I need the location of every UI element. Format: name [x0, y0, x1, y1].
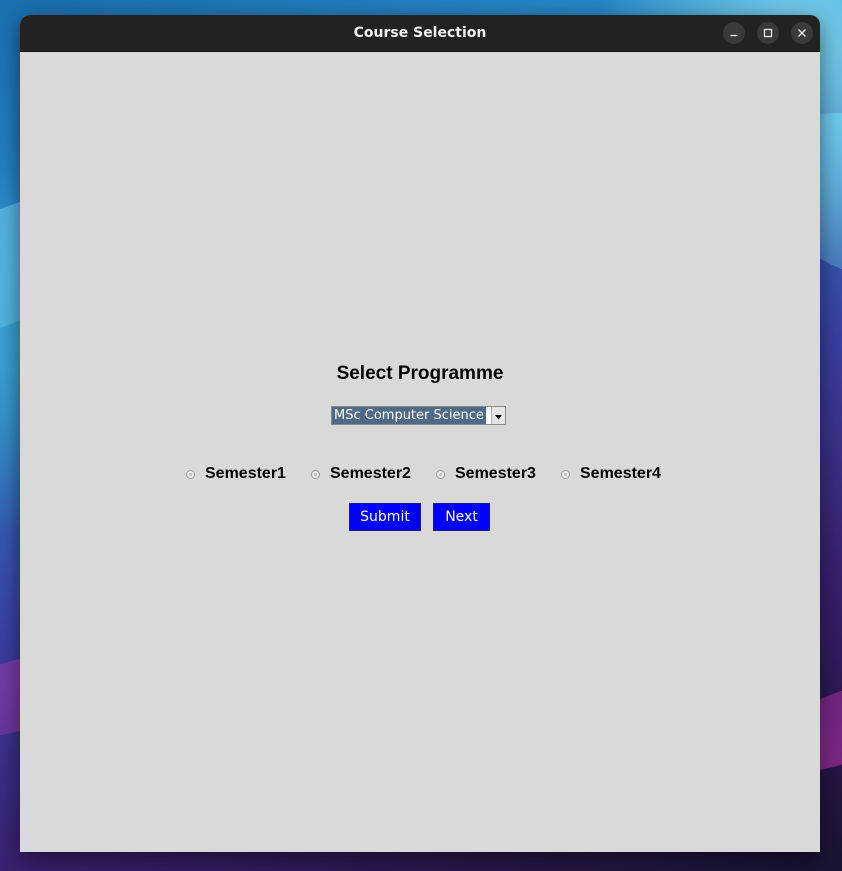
radio-button[interactable] — [311, 469, 320, 479]
semester-label: Semester1 — [205, 465, 286, 482]
chevron-down-icon — [495, 415, 502, 420]
semester-option-4[interactable]: Semester4 — [561, 464, 661, 484]
close-button[interactable] — [791, 22, 813, 44]
semester-label: Semester2 — [330, 465, 411, 482]
course-selection-window: Course Selection Select Programme MSc Co… — [20, 15, 820, 852]
maximize-button[interactable] — [757, 22, 779, 44]
maximize-icon — [763, 28, 773, 38]
window-content: Select Programme MSc Computer Science Se… — [20, 52, 820, 852]
radio-button[interactable] — [436, 469, 445, 479]
radio-button[interactable] — [186, 469, 195, 479]
minimize-button[interactable] — [723, 22, 745, 44]
title-bar[interactable]: Course Selection — [20, 15, 820, 52]
desktop-background: Course Selection Select Programme MSc Co… — [0, 0, 842, 871]
page-title: Select Programme — [336, 363, 504, 384]
semester-option-3[interactable]: Semester3 — [436, 464, 536, 484]
radio-button[interactable] — [561, 469, 570, 479]
next-button[interactable]: Next — [433, 503, 490, 531]
semester-radio-group: Semester1 Semester2 Semester3 Semester4 — [20, 464, 820, 484]
close-icon — [798, 29, 806, 37]
submit-button[interactable]: Submit — [349, 503, 421, 531]
semester-option-2[interactable]: Semester2 — [311, 464, 411, 484]
minimize-icon — [730, 34, 738, 37]
semester-label: Semester4 — [580, 465, 661, 482]
programme-select[interactable]: MSc Computer Science — [331, 406, 506, 425]
dropdown-button[interactable] — [491, 407, 505, 424]
window-title: Course Selection — [353, 25, 487, 41]
programme-select-value: MSc Computer Science — [332, 407, 486, 424]
semester-label: Semester3 — [455, 465, 536, 482]
semester-option-1[interactable]: Semester1 — [186, 464, 286, 484]
